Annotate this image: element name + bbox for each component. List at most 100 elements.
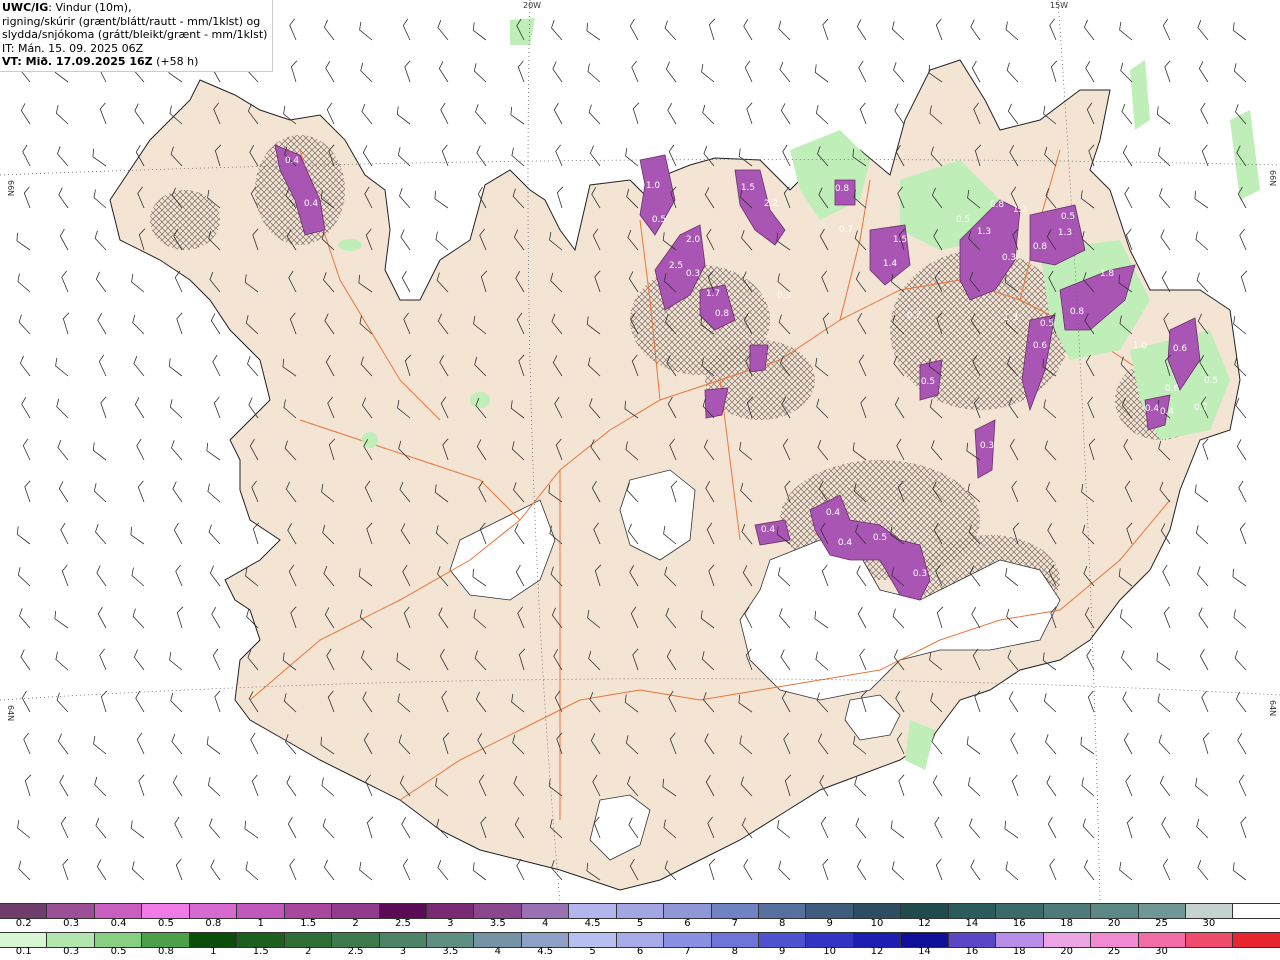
snow-colorbar-ticks: 0.2 0.3 0.4 0.5 0.8 1 1.5 2 2.5 3 3.5 4 4.5 5 6 7 8 9 10 12… (0, 918, 1280, 932)
colorbar-swatch (853, 933, 902, 947)
colorbar-tick-label: 0.4 (110, 918, 127, 929)
colorbar-tick-label: 9 (826, 918, 833, 929)
colorbar-swatch (711, 904, 759, 918)
header-line3: slydda/snjókoma (grátt/bleikt/grænt - mm… (2, 28, 268, 41)
precip-value-label: 0.5 (956, 215, 970, 225)
precip-value-label: 0.3 (913, 569, 927, 579)
header-line1: : Vindur (10m), (48, 1, 132, 14)
colorbar-swatch (94, 904, 143, 918)
colorbar-tick-label: 0.3 (63, 918, 80, 929)
colorbar-tick-label: 18 (1060, 918, 1074, 929)
colorbar-swatch (379, 904, 427, 918)
precip-value-label: 0.5 (1204, 376, 1218, 386)
precip-value-label: 0.5 (1061, 212, 1075, 222)
precip-value-label: 0.7 (1194, 403, 1208, 413)
precip-value-label: 0.4 (838, 538, 853, 548)
colorbar-swatch (759, 904, 807, 918)
forecast-offset: (+58 h) (152, 55, 199, 68)
colorbar-swatch (94, 933, 143, 947)
precip-value-label: 0.4 (1145, 404, 1160, 414)
model-name: UWC/IG (2, 1, 49, 14)
colorbar-tick-label: 0.3 (63, 946, 80, 957)
precip-value-label: 1.3 (977, 227, 991, 237)
precip-value-label: 1.5 (893, 235, 907, 245)
colorbar-tick-label: 16 (965, 946, 979, 957)
precip-value-label: 0.3 (686, 269, 700, 279)
colorbar-tick-label: 10 (823, 946, 836, 957)
map-header: UWC/IG: Vindur (10m), rigning/skúrir (gr… (0, 0, 273, 72)
colorbar-tick-label: 12 (918, 918, 931, 929)
colorbar-swatch (521, 904, 570, 918)
colorbar-swatch (806, 904, 854, 918)
colorbar-swatch (47, 933, 95, 947)
colorbar-tick-label: 20 (1060, 946, 1074, 957)
precip-value-label: 2.0 (686, 235, 701, 245)
colorbar-swatch (332, 904, 380, 918)
colorbar-swatch (1185, 933, 1234, 947)
precip-value-label: 0.4 (1160, 407, 1175, 417)
lon-15w-label: 15W (1050, 1, 1068, 10)
colorbar-tick-label: 12 (870, 946, 884, 957)
colorbar-swatch (901, 904, 949, 918)
colorbar-tick-label: 1.5 (300, 918, 317, 929)
colorbar-swatch (237, 904, 285, 918)
colorbar-swatch (1138, 933, 1186, 947)
colorbar-tick-label: 6 (636, 946, 644, 957)
header-line2: rigning/skúrir (grænt/blátt/rautt - mm/1… (2, 14, 261, 28)
colorbar-tick-label: 7 (684, 946, 691, 957)
colorbar-swatch (1091, 933, 1139, 947)
colorbar-tick-label: 1 (257, 918, 264, 929)
colorbar-swatch (759, 933, 807, 947)
colorbar-swatch (284, 904, 333, 918)
colorbar-swatch (664, 933, 712, 947)
colorbar-tick-label: 2.5 (347, 946, 364, 957)
colorbar-tick-label: 4.5 (584, 918, 601, 929)
colorbar-tick-label: 0.8 (157, 946, 174, 957)
precip-value-label: 0.3 (1002, 253, 1016, 263)
colorbar-swatch (664, 904, 712, 918)
colorbar-swatch (948, 933, 997, 947)
colorbar-tick-label: 9 (779, 946, 786, 957)
colorbar-swatch (189, 933, 238, 947)
colorbar-tick-label: 30 (1202, 918, 1216, 929)
rain-colorbar-ticks: 0.1 0.3 0.5 0.8 1 1.5 2 2.5 3 3.5 4 4.5 5 6 7 8 9 10 12 14 1… (0, 946, 1280, 960)
weather-map[interactable]: 20W 15W 66N 66N 64N 64N 0.40.41.00.51.52… (0, 0, 1280, 902)
precip-value-label: 0.3 (777, 291, 791, 301)
colorbar-swatch (948, 904, 997, 918)
colorbar-tick-label: 16 (1012, 918, 1026, 929)
colorbar-tick-label: 3 (399, 946, 407, 957)
precip-value-label: 0.8 (715, 309, 730, 319)
precip-value-label: 0.7 (907, 311, 921, 321)
colorbar-swatch (1185, 904, 1234, 918)
colorbar-tick-label: 3.5 (489, 918, 506, 929)
precip-value-label: 0.4 (826, 508, 841, 518)
precip-value-label: 0.3 (980, 441, 994, 451)
colorbar-swatch (616, 904, 665, 918)
colorbar-swatch (1233, 933, 1280, 947)
colorbar-tick-label: 1 (210, 946, 217, 957)
precip-value-label: 0.5 (652, 215, 666, 225)
colorbar-swatch (0, 904, 48, 918)
colorbar-swatch (569, 933, 617, 947)
colorbar-tick-label: 25 (1107, 946, 1121, 957)
colorbar-swatch (379, 933, 427, 947)
colorbar-tick-label: 4.5 (537, 946, 554, 957)
colorbar-tick-label: 14 (965, 918, 979, 929)
colorbar-tick-label: 8 (779, 918, 786, 929)
colorbar-swatch (1043, 933, 1092, 947)
colorbar-tick-label: 20 (1107, 918, 1121, 929)
colorbar-swatch (426, 904, 475, 918)
colorbar-tick-label: 14 (918, 946, 931, 957)
colorbar-tick-label: 0.8 (205, 918, 222, 929)
colorbar-swatch (189, 904, 238, 918)
colorbar-swatch (806, 933, 854, 947)
precip-value-label: 1.2 (1013, 205, 1027, 215)
colorbar-swatch (996, 904, 1044, 918)
colorbar-tick-label: 5 (636, 918, 644, 929)
precip-value-label: 1.4 (883, 259, 898, 269)
colorbar-tick-label: 0.1 (15, 946, 32, 957)
precip-value-label: 0.4 (285, 156, 300, 166)
precip-value-label: 1.7 (706, 289, 720, 299)
colorbar-swatch (142, 933, 190, 947)
precip-value-label: 0.8 (835, 184, 850, 194)
